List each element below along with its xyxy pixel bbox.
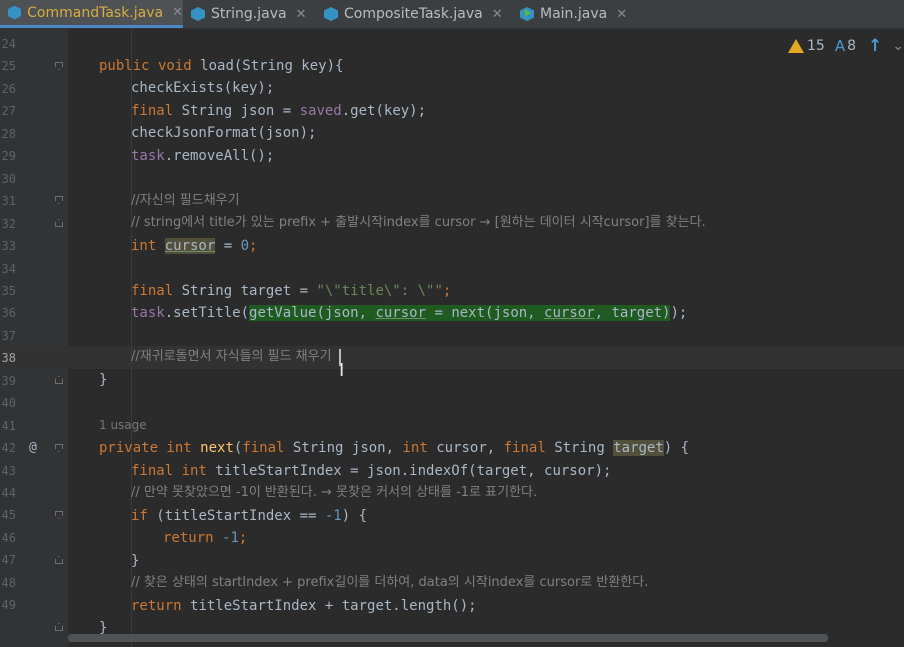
line-number[interactable]: 37	[0, 325, 16, 348]
code-line-29: task.removeAll();	[131, 148, 275, 164]
line-number[interactable]: 42	[0, 437, 16, 460]
code-line-27: final String json = saved.get(key);	[131, 103, 427, 119]
code-line-35: final String target = "\"title\": \"";	[131, 283, 452, 299]
close-icon[interactable]: ✕	[492, 7, 503, 22]
inspection-widget[interactable]: 15 A 8 ↑ ⌄	[788, 36, 904, 56]
line-number[interactable]: 28	[0, 123, 16, 146]
warning-count: 15	[807, 38, 825, 54]
line-number[interactable]: 41	[0, 415, 16, 438]
line-number[interactable]: 32	[0, 213, 16, 236]
line-number[interactable]: 45	[0, 504, 16, 527]
previous-highlight-icon[interactable]: ↑	[868, 36, 882, 56]
code-line-28: checkJsonFormat(json);	[131, 125, 317, 141]
line-number[interactable]: 43	[0, 460, 16, 483]
warning-icon	[788, 39, 804, 53]
code-line-31: //자신의 필드채우기	[131, 193, 240, 208]
code-line-38: //재귀로돌면서 자식들의 필드 채우기	[131, 349, 332, 364]
implements-icon[interactable]: @	[29, 440, 37, 455]
usage-hint[interactable]: 1 usage	[99, 418, 147, 432]
code-line-25: public void load(String key){	[99, 58, 344, 74]
close-icon[interactable]: ✕	[616, 7, 627, 22]
line-number[interactable]: 46	[0, 527, 16, 550]
java-class-icon	[324, 7, 338, 21]
line-number[interactable]: 48	[0, 572, 16, 595]
typo-count: 8	[847, 38, 857, 54]
tab-compositetask[interactable]: CompositeTask.java ✕	[316, 0, 511, 28]
code-line-47: // 찾은 상태의 startIndex + prefix길이를 더하여, da…	[131, 575, 649, 590]
line-number[interactable]: 26	[0, 78, 16, 101]
java-class-icon	[191, 7, 205, 21]
mouse-cursor-icon: I	[339, 360, 345, 381]
java-class-icon	[8, 5, 22, 20]
typo-icon: A	[834, 37, 846, 55]
code-line-41: private int next(final String json, int …	[99, 440, 690, 456]
code-line-43: // 만약 못찾았으면 -1이 반환된다. → 못찾은 커서의 상태를 -1로 …	[131, 485, 538, 500]
tab-label: String.java	[211, 6, 287, 22]
line-number[interactable]: 25	[0, 55, 16, 78]
code-line-44: if (titleStartIndex == -1) {	[131, 508, 368, 524]
line-number[interactable]: 49	[0, 594, 16, 617]
tab-main[interactable]: Main.java ✕	[512, 0, 642, 28]
code-line-32: // string에서 title가 있는 prefix + 출발시작index…	[131, 215, 706, 230]
line-number[interactable]: 34	[0, 258, 16, 281]
tab-label: CommandTask.java	[27, 4, 164, 21]
code-line-33: int cursor = 0;	[131, 238, 258, 254]
tab-label: Main.java	[540, 6, 608, 22]
line-number[interactable]: 30	[0, 168, 16, 191]
line-number[interactable]: 39	[0, 370, 16, 393]
line-number[interactable]: 24	[0, 33, 16, 56]
close-icon[interactable]: ✕	[172, 5, 183, 20]
line-number[interactable]: 36	[0, 302, 16, 325]
line-number[interactable]: 44	[0, 482, 16, 505]
line-number[interactable]: 35	[0, 280, 16, 303]
line-number[interactable]: 33	[0, 235, 16, 258]
line-number[interactable]: 27	[0, 100, 16, 123]
java-main-class-icon	[520, 7, 534, 21]
horizontal-scrollbar[interactable]	[68, 634, 828, 642]
editor-tab-bar: CommandTask.java ✕ String.java ✕ Composi…	[0, 0, 904, 29]
line-number[interactable]: 31	[0, 190, 16, 213]
line-number[interactable]: 47	[0, 549, 16, 572]
code-line-39: }	[99, 372, 108, 388]
tab-string[interactable]: String.java ✕	[183, 0, 313, 28]
code-line-46: }	[131, 553, 140, 569]
code-line-45: return -1;	[163, 530, 248, 546]
code-line-26: checkExists(key);	[131, 80, 275, 96]
line-number[interactable]: 38	[0, 347, 16, 370]
code-line-42: final int titleStartIndex = json.indexOf…	[131, 463, 612, 479]
tab-label: CompositeTask.java	[344, 6, 483, 22]
chevron-icon[interactable]: ⌄	[892, 38, 904, 54]
close-icon[interactable]: ✕	[296, 7, 307, 22]
code-line-48: return titleStartIndex + target.length()…	[131, 598, 477, 614]
line-number[interactable]: 40	[0, 392, 16, 415]
code-line-36: task.setTitle(getValue(json, cursor = ne…	[131, 305, 688, 321]
tab-commandtask[interactable]: CommandTask.java ✕	[0, 0, 183, 28]
line-number[interactable]: 29	[0, 145, 16, 168]
